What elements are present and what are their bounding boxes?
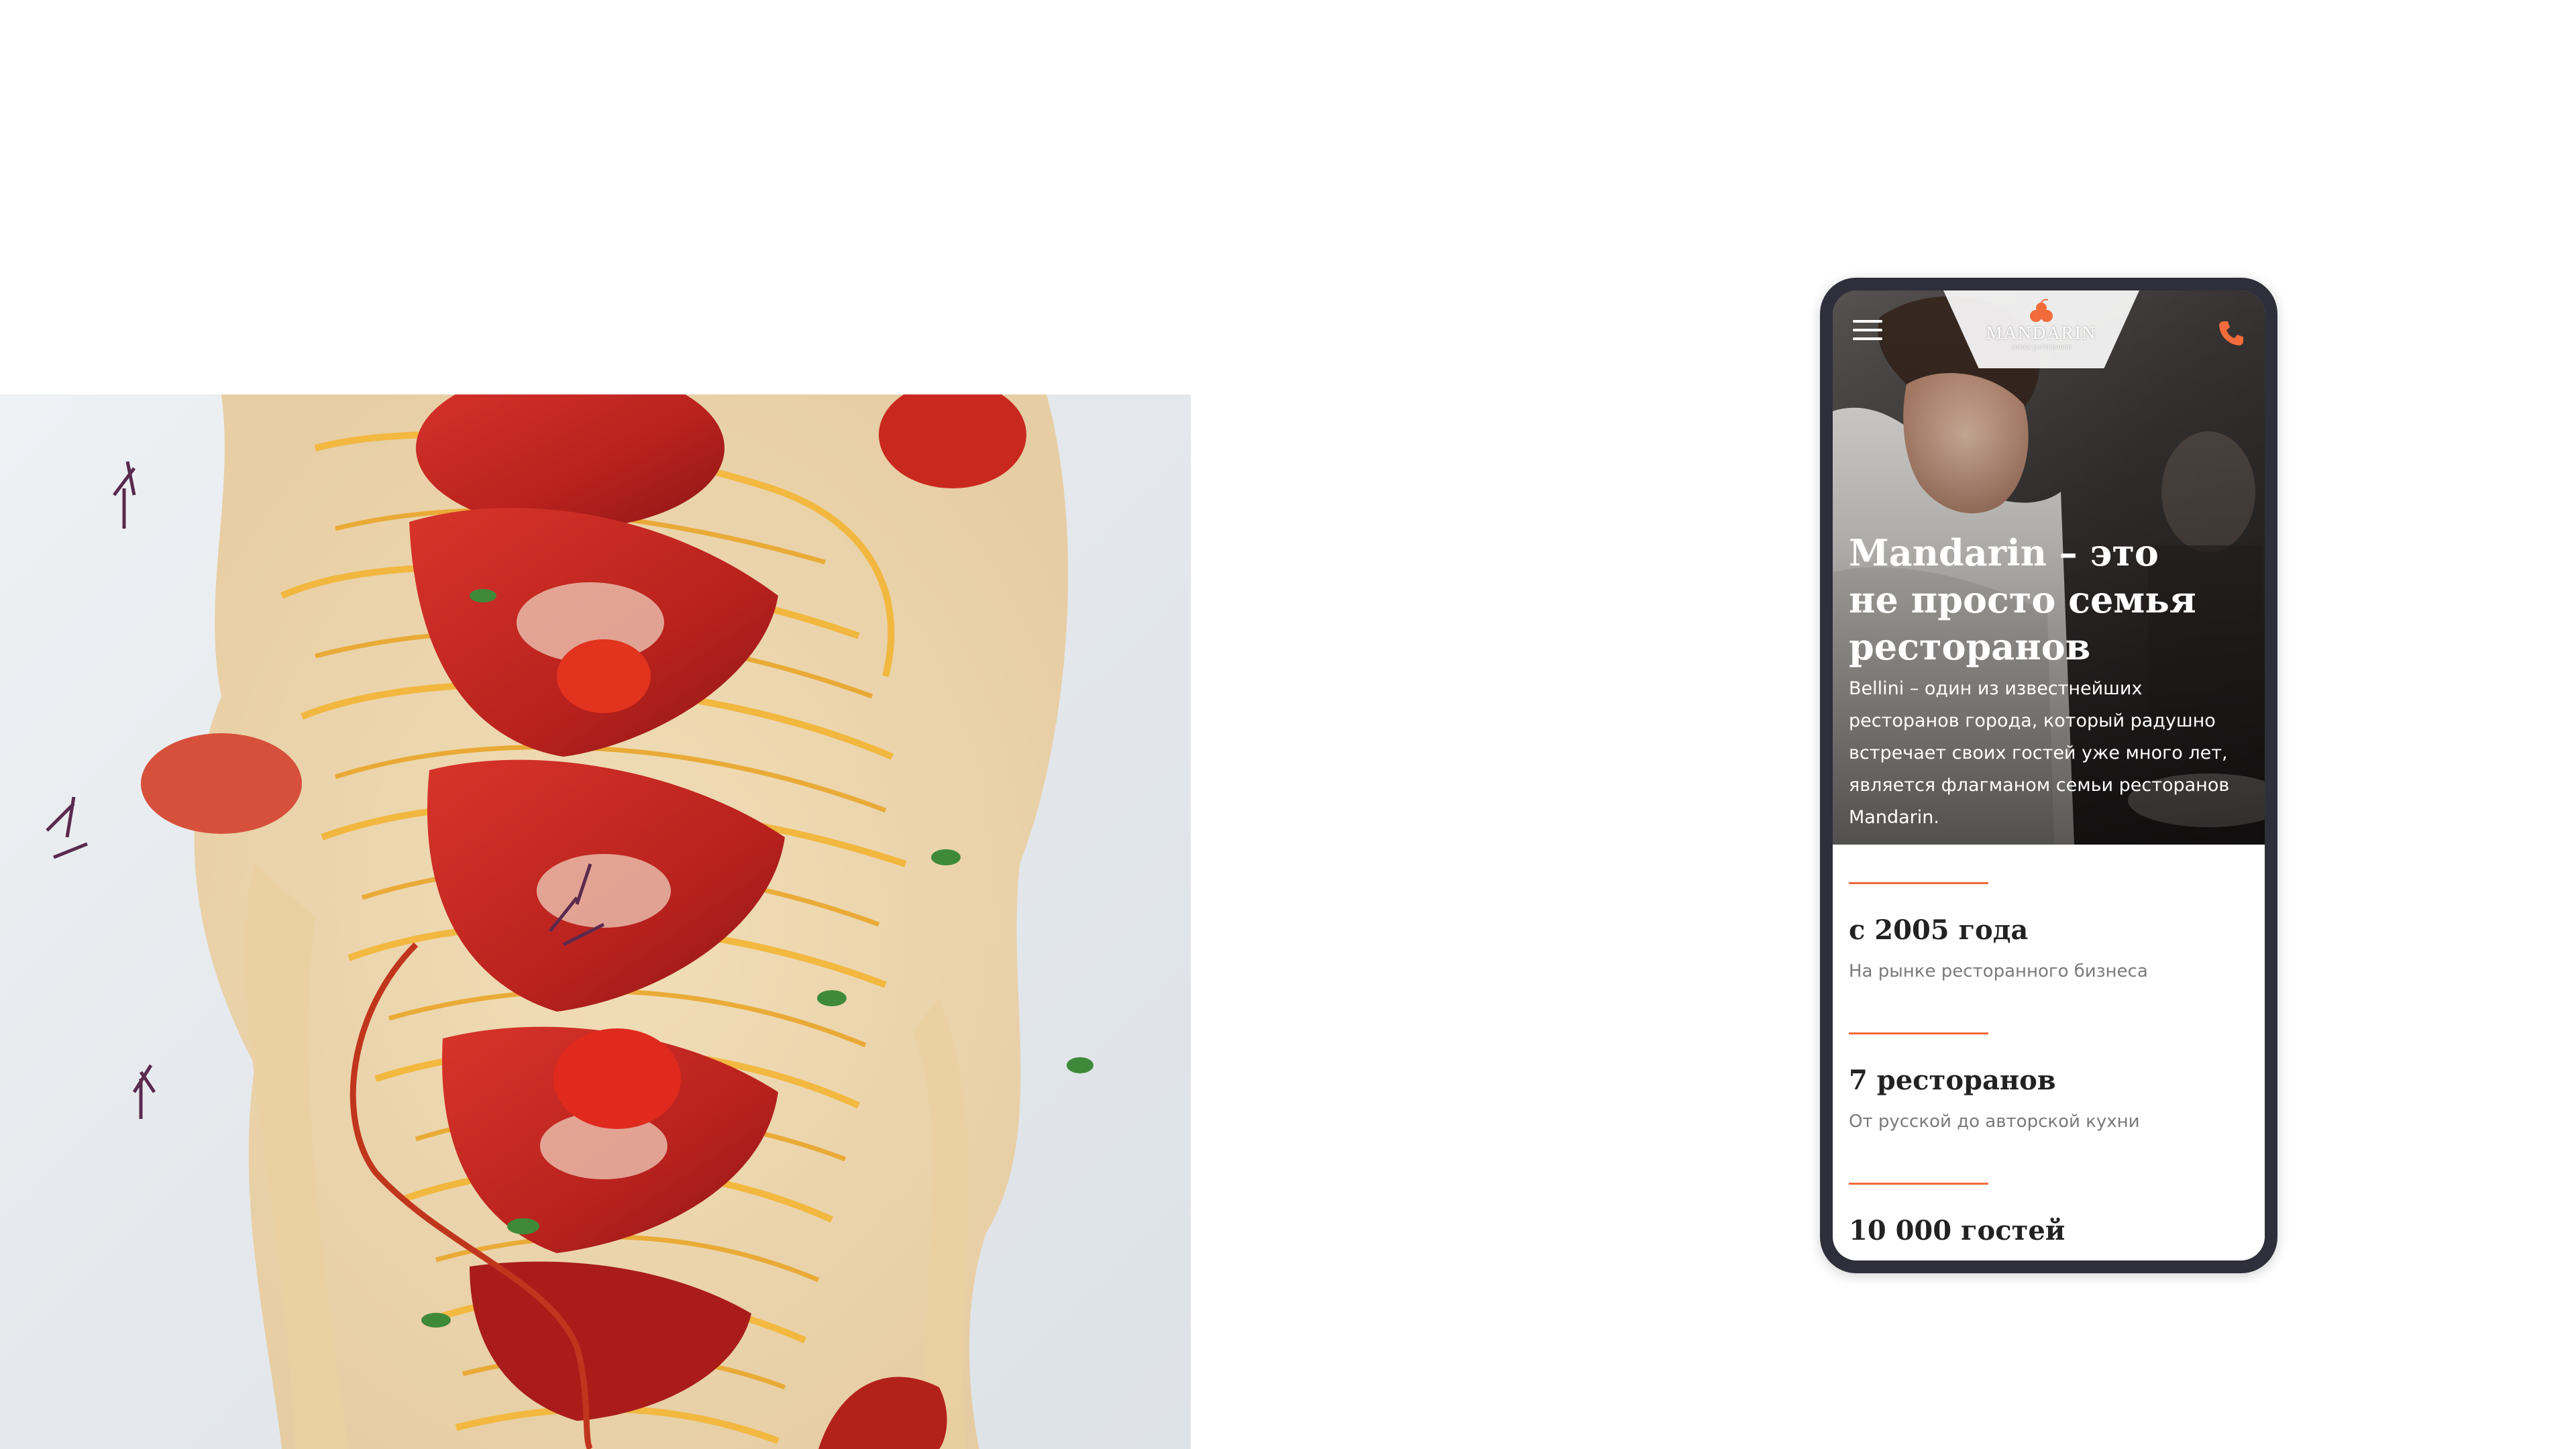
logo-subtitle: семья ресторанов [2011,341,2072,351]
stat-value: с 2005 года [1849,914,2029,946]
phone-screen: MANDARIN семья ресторанов Mandarin – это… [1833,290,2265,1260]
stat-divider [1849,1183,1988,1185]
phone-icon[interactable] [2215,317,2247,350]
mandarin-logo[interactable]: MANDARIN семья ресторанов [1953,296,2129,363]
hero-title: Mandarin – это не просто семья ресторано… [1849,531,2196,668]
stat-value: 10 000 гостей [1849,1215,2065,1246]
stat-divider [1849,1032,1988,1034]
phone-mockup: MANDARIN семья ресторанов Mandarin – это… [1820,278,2277,1273]
stat-item-since: с 2005 года На рынке ресторанного бизнес… [1849,882,2251,982]
hamburger-menu-icon[interactable] [1853,320,1882,343]
hero-section: MANDARIN семья ресторанов Mandarin – это… [1833,290,2265,845]
stat-item-guests: 10 000 гостей [1849,1183,2251,1246]
logo-name: MANDARIN [1986,323,2097,343]
hero-description: Bellini – один из известнейших ресторано… [1849,678,2230,828]
stat-item-restaurants: 7 ресторанов От русской до авторской кух… [1849,1032,2251,1132]
stats-section: с 2005 года На рынке ресторанного бизнес… [1833,845,2265,1260]
mandarin-fruit-icon [2030,299,2053,322]
stat-divider [1849,882,1988,884]
food-photo [0,394,1191,1449]
stat-value: 7 ресторанов [1849,1065,2056,1096]
lobster-pasta-image [46,394,1093,1449]
stat-description: На рынке ресторанного бизнеса [1849,961,2148,981]
stat-description: От русской до авторской кухни [1849,1112,2140,1132]
